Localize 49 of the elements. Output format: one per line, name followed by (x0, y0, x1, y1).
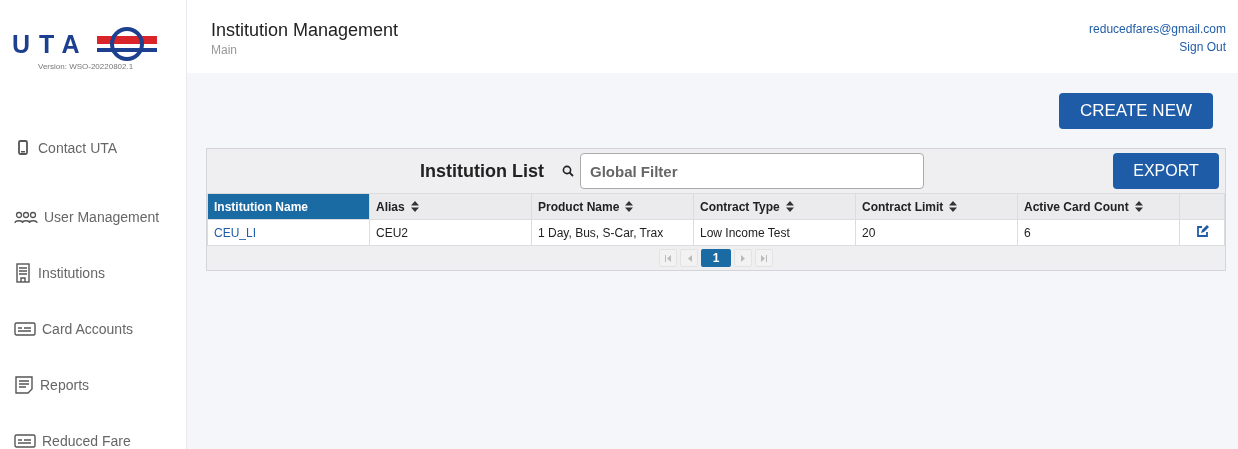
sort-icon (1134, 200, 1143, 212)
sidebar-item[interactable]: Card Accounts (0, 302, 186, 358)
column-header[interactable]: Contract Limit (855, 193, 1018, 220)
column-header[interactable]: Product Name (531, 193, 694, 220)
table-cell: Low Income Test (693, 219, 856, 246)
export-button[interactable]: EXPORT (1113, 153, 1219, 189)
table-cell: 6 (1017, 219, 1180, 246)
global-filter-field[interactable]: Global Filter (580, 153, 924, 189)
id-card-icon (14, 321, 36, 337)
previous-page-button[interactable] (680, 249, 698, 267)
page-title: Institution Management (211, 20, 399, 41)
left-arrow-icon (686, 254, 692, 262)
table-title: Institution List (420, 160, 544, 182)
table-cell: 20 (855, 219, 1018, 246)
last-page-icon (761, 254, 767, 262)
sidebar-item[interactable]: Reduced Fare (0, 414, 186, 449)
building-icon (14, 263, 32, 283)
column-header[interactable]: Institution Name (207, 193, 370, 220)
breadcrumb: Main (211, 43, 238, 57)
sidebar-item[interactable]: User Management (0, 190, 186, 246)
sort-icon (410, 200, 419, 212)
first-page-button[interactable] (659, 249, 677, 267)
column-header[interactable]: Active Card Count (1017, 193, 1180, 220)
institution-link[interactable]: CEU_LI (207, 219, 370, 246)
version-text: Version: WSO-20220802.1 (38, 62, 135, 71)
column-header[interactable]: Alias (369, 193, 532, 220)
table-cell: CEU2 (369, 219, 532, 246)
sidebar-item[interactable]: Institutions (0, 246, 186, 302)
sort-icon (785, 200, 794, 212)
sidebar-item[interactable]: Contact UTA (0, 134, 186, 164)
edit-icon[interactable] (1195, 224, 1209, 238)
logo-text: UTA (12, 29, 89, 59)
search-icon (562, 165, 574, 177)
id-card-icon (14, 433, 36, 449)
last-page-button[interactable] (755, 249, 773, 267)
create-new-button[interactable]: CREATE NEW (1059, 93, 1213, 129)
sort-icon (949, 200, 958, 212)
report-icon (14, 375, 34, 395)
page-button[interactable]: 1 (701, 249, 731, 267)
first-page-icon (665, 254, 671, 262)
sign-out-link[interactable]: Sign Out (1179, 40, 1226, 54)
logo-icon (96, 26, 157, 62)
table-cell: 1 Day, Bus, S-Car, Trax (531, 219, 694, 246)
sort-icon (625, 200, 634, 212)
user-email-link[interactable]: reducedfares@gmail.com (1089, 22, 1226, 36)
next-page-button[interactable] (734, 249, 752, 267)
right-arrow-icon (740, 254, 746, 262)
sidebar-item[interactable]: Reports (0, 358, 186, 414)
column-header[interactable]: Contract Type (693, 193, 856, 220)
